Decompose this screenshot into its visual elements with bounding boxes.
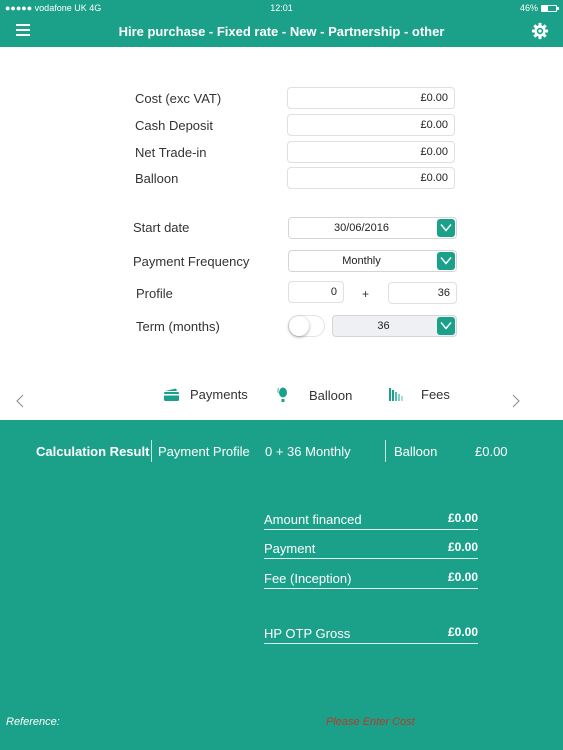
result-value: £0.00 [447,625,478,639]
term-dropdown-button[interactable] [437,317,455,335]
divider [151,440,152,462]
tab-payments[interactable]: Payments [163,387,248,402]
battery-percent: 46% [519,3,538,13]
balloon-input[interactable] [287,167,455,189]
calculation-result-title: Calculation Result [36,444,150,459]
result-label: Payment [264,541,316,556]
profile-regular-input[interactable]: 36 [388,282,457,304]
result-value: £0.00 [447,540,478,554]
profile-upfront-input[interactable]: 0 [288,281,344,303]
result-row-amount-financed: Amount financed £0.00 [264,510,478,530]
gear-icon[interactable] [531,22,549,40]
result-value: £0.00 [447,570,478,584]
toggle-knob [289,316,309,336]
net-tradein-input[interactable] [287,141,455,163]
balloon-label: Balloon [135,171,179,186]
cost-label: Cost (exc VAT) [135,91,222,106]
section-tabs: Payments Balloon Fees [0,378,563,420]
chevron-left-icon[interactable] [16,394,24,408]
net-tradein-label: Net Trade-in [135,145,207,160]
nav-bar: Hire purchase - Fixed rate - New - Partn… [0,16,563,47]
result-label: Amount financed [264,512,362,527]
page-title: Hire purchase - Fixed rate - New - Partn… [118,24,445,39]
term-toggle[interactable] [288,315,325,337]
result-row-fee-inception: Fee (Inception) £0.00 [264,569,478,589]
tab-fees-label: Fees [421,387,450,402]
fees-bars-icon [389,388,403,401]
balloon-result-label: Balloon [394,444,438,459]
result-row-hp-otp-gross: HP OTP Gross £0.00 [264,624,478,644]
clock: 12:01 [270,3,293,13]
payment-profile-label: Payment Profile [158,444,250,459]
battery-icon [541,4,559,12]
payment-frequency-value: Monthly [342,255,381,267]
chevron-down-icon [440,224,452,232]
profile-label: Profile [136,286,173,301]
tab-balloon[interactable]: Balloon [277,387,352,403]
term-label: Term (months) [136,319,220,334]
validation-message: Please Enter Cost [326,716,415,728]
tab-balloon-label: Balloon [309,387,353,403]
start-date-label: Start date [133,220,190,235]
start-date-dropdown-button[interactable] [437,219,455,237]
tab-payments-label: Payments [190,387,248,402]
status-bar: ●●●●● vodafone UK 4G 12:01 46% [0,0,563,16]
term-value: 36 [377,320,390,332]
payment-profile-value: 0 + 36 Monthly [265,444,351,459]
chevron-right-icon[interactable] [512,394,520,408]
credit-card-icon [164,388,179,401]
reference-label: Reference: [6,716,60,728]
chevron-down-icon [440,322,452,330]
divider [385,440,386,462]
cash-deposit-input[interactable] [287,114,455,136]
start-date-value: 30/06/2016 [333,222,390,234]
cost-input[interactable] [287,87,455,109]
result-label: Fee (Inception) [264,571,352,586]
result-row-payment: Payment £0.00 [264,539,478,559]
tab-fees[interactable]: Fees [389,387,450,402]
start-date-select[interactable]: 30/06/2016 [288,217,457,239]
payment-frequency-label: Payment Frequency [133,254,250,269]
result-value: £0.00 [447,511,478,525]
cash-deposit-label: Cash Deposit [135,118,214,133]
results-panel: Calculation Result Payment Profile 0 + 3… [0,420,563,750]
payment-frequency-select[interactable]: Monthly [288,250,457,272]
profile-plus-sign: + [362,287,370,301]
battery-indicator: 46% [519,3,559,13]
payment-frequency-dropdown-button[interactable] [437,252,455,270]
balloon-icon [277,387,287,402]
term-select[interactable]: 36 [332,315,457,337]
result-label: HP OTP Gross [264,626,351,641]
chevron-down-icon [440,257,452,265]
balloon-result-value: £0.00 [475,444,508,459]
